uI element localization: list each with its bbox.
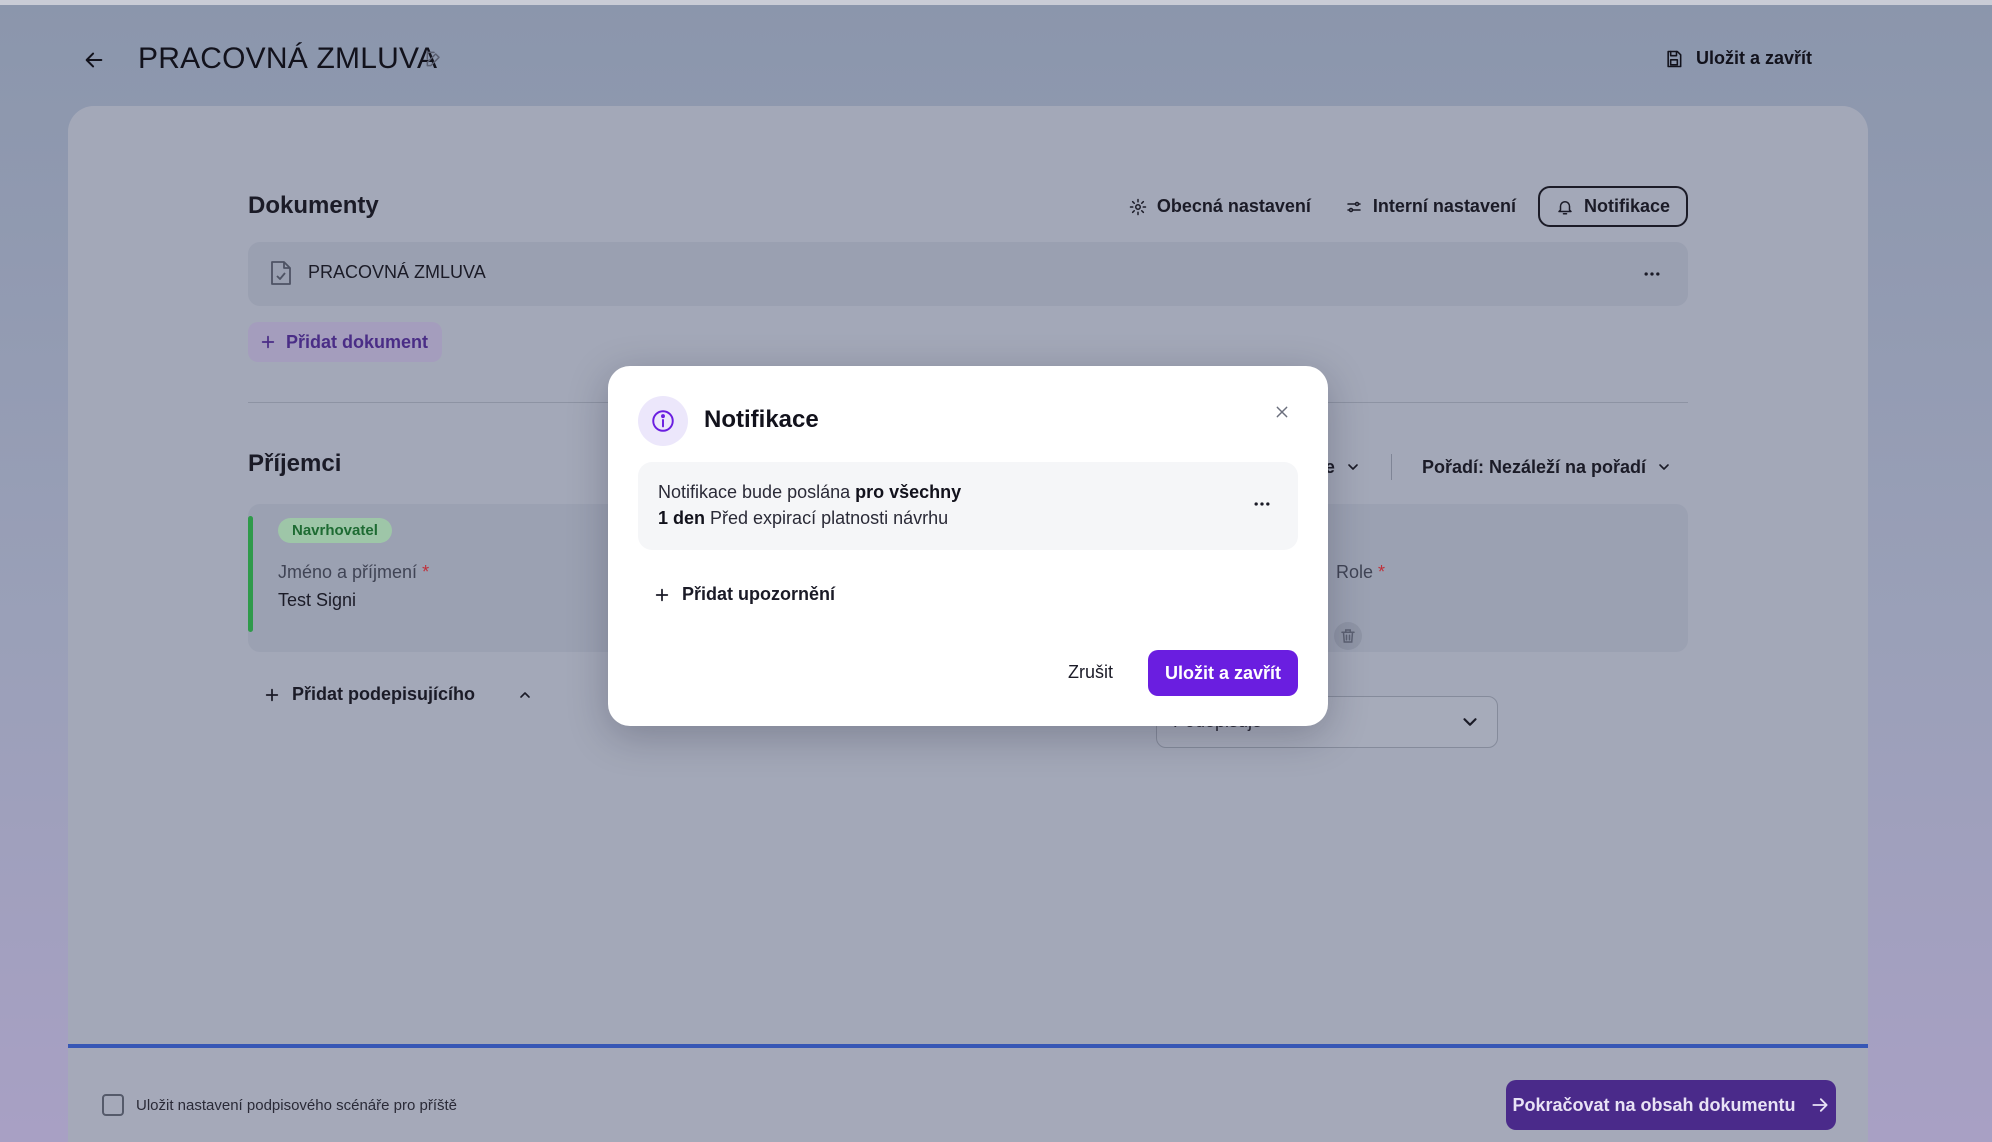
notification-recipients-value: pro všechny (855, 482, 962, 502)
arrow-left-icon (85, 52, 103, 68)
add-alert-label: Přidat upozornění (682, 584, 835, 604)
name-field-label-text: Jméno a příjmení (278, 562, 418, 582)
gear-icon (1129, 198, 1147, 215)
controls-separator (1390, 454, 1392, 480)
document-row[interactable]: PRACOVNÁ ZMLUVA (248, 242, 1688, 306)
recipient-delete-button[interactable] (1334, 622, 1362, 650)
plus-icon (655, 588, 669, 601)
save-icon (1667, 50, 1682, 67)
name-field-value[interactable]: Test Signi (278, 590, 356, 611)
tab-general-settings-label: Obecná nastavení (1156, 196, 1311, 216)
recipients-controls: áře Pořadí: Nezáleží na pořadí (1308, 454, 1672, 480)
role-field-label-text: Role (1336, 562, 1374, 582)
save-scenario-checkbox-row[interactable]: Uložit nastavení podpisového scénáře pro… (102, 1094, 457, 1116)
page-title: PRACOVNÁ ZMLUVA (138, 42, 438, 75)
notification-recipients-line: Notifikace bude poslána pro všechny (658, 482, 961, 503)
bell-icon (1558, 200, 1572, 214)
modal-close-button[interactable] (1272, 402, 1292, 422)
notification-timing-value: 1 den (658, 508, 706, 528)
sliders-icon (1347, 201, 1361, 212)
add-document-button[interactable]: Přidat dokument (248, 322, 443, 362)
add-signer-label: Přidat podepisujícího (292, 684, 476, 704)
tab-internal-settings-label: Interní nastavení (1372, 196, 1516, 216)
chevron-down-icon (1348, 464, 1358, 470)
modal-cancel-button[interactable]: Zrušit (1068, 662, 1113, 683)
continue-button[interactable]: Pokračovat na obsah dokumentu (1506, 1080, 1836, 1130)
save-scenario-checkbox[interactable] (102, 1094, 124, 1116)
chevron-down-icon (1659, 464, 1669, 470)
tab-internal-settings[interactable]: Interní nastavení (1345, 196, 1516, 217)
notification-timing-suffix: Před expirací platnosti návrhu (705, 508, 949, 528)
page-header: PRACOVNÁ ZMLUVA Uložit a zavřít (0, 0, 1992, 110)
header-save-close-button[interactable]: Uložit a zavřít (1664, 48, 1812, 69)
recipients-section-title: Příjemci (248, 450, 342, 477)
back-button[interactable] (80, 46, 108, 74)
more-horizontal-icon (1254, 502, 1270, 506)
proposer-badge: Navrhovatel (278, 518, 392, 543)
required-mark: * (1378, 562, 1386, 582)
notification-timing-line: 1 den Před expirací platnosti návrhu (658, 508, 948, 529)
notification-recipients-prefix: Notifikace bude poslána (658, 482, 856, 502)
header-save-close-label: Uložit a zavřít (1695, 48, 1812, 68)
required-mark: * (422, 562, 430, 582)
document-file-icon (270, 260, 292, 291)
plus-icon (261, 335, 275, 349)
chevron-up-icon[interactable] (517, 687, 533, 703)
modal-title: Notifikace (704, 406, 819, 433)
add-alert-button[interactable]: Přidat upozornění (654, 584, 835, 605)
footer-bar: Uložit nastavení podpisového scénáře pro… (68, 1048, 1868, 1142)
more-horizontal-icon (1644, 272, 1660, 276)
chevron-down-icon (1459, 711, 1481, 738)
role-field-label: Role * (1336, 562, 1385, 583)
add-document-label: Přidat dokument (286, 331, 429, 352)
documents-section-title: Dokumenty (248, 192, 379, 219)
modal-icon-wrap (638, 396, 688, 446)
name-field-label: Jméno a příjmení * (278, 562, 429, 583)
plus-icon (265, 688, 279, 701)
edit-title-icon[interactable] (424, 49, 444, 69)
tab-general-settings[interactable]: Obecná nastavení (1129, 196, 1311, 217)
order-dropdown[interactable]: Pořadí: Nezáleží na pořadí (1422, 457, 1672, 478)
recipient-color-bar (248, 516, 253, 632)
tab-notifications[interactable]: Notifikace (1537, 186, 1688, 227)
save-scenario-label: Uložit nastavení podpisového scénáře pro… (136, 1096, 458, 1114)
close-icon (1276, 406, 1288, 418)
notification-more-button[interactable] (1252, 494, 1272, 519)
notifications-modal: Notifikace Notifikace bude poslána pro v… (608, 366, 1328, 726)
document-name: PRACOVNÁ ZMLUVA (308, 262, 486, 282)
arrow-right-icon (1811, 1098, 1828, 1112)
document-more-button[interactable] (1642, 264, 1662, 289)
tab-notifications-label: Notifikace (1583, 196, 1670, 216)
continue-label: Pokračovat na obsah dokumentu (1512, 1094, 1796, 1115)
notification-item: Notifikace bude poslána pro všechny 1 de… (638, 462, 1298, 550)
trash-icon (1341, 629, 1355, 643)
modal-save-button[interactable]: Uložit a zavřít (1148, 650, 1298, 696)
info-icon (652, 410, 674, 432)
settings-tabs: Obecná nastavení Interní nastavení Notif… (1129, 186, 1688, 227)
add-signer-button[interactable]: Přidat podepisujícího (264, 684, 533, 705)
order-dropdown-label: Pořadí: Nezáleží na pořadí (1421, 456, 1646, 477)
